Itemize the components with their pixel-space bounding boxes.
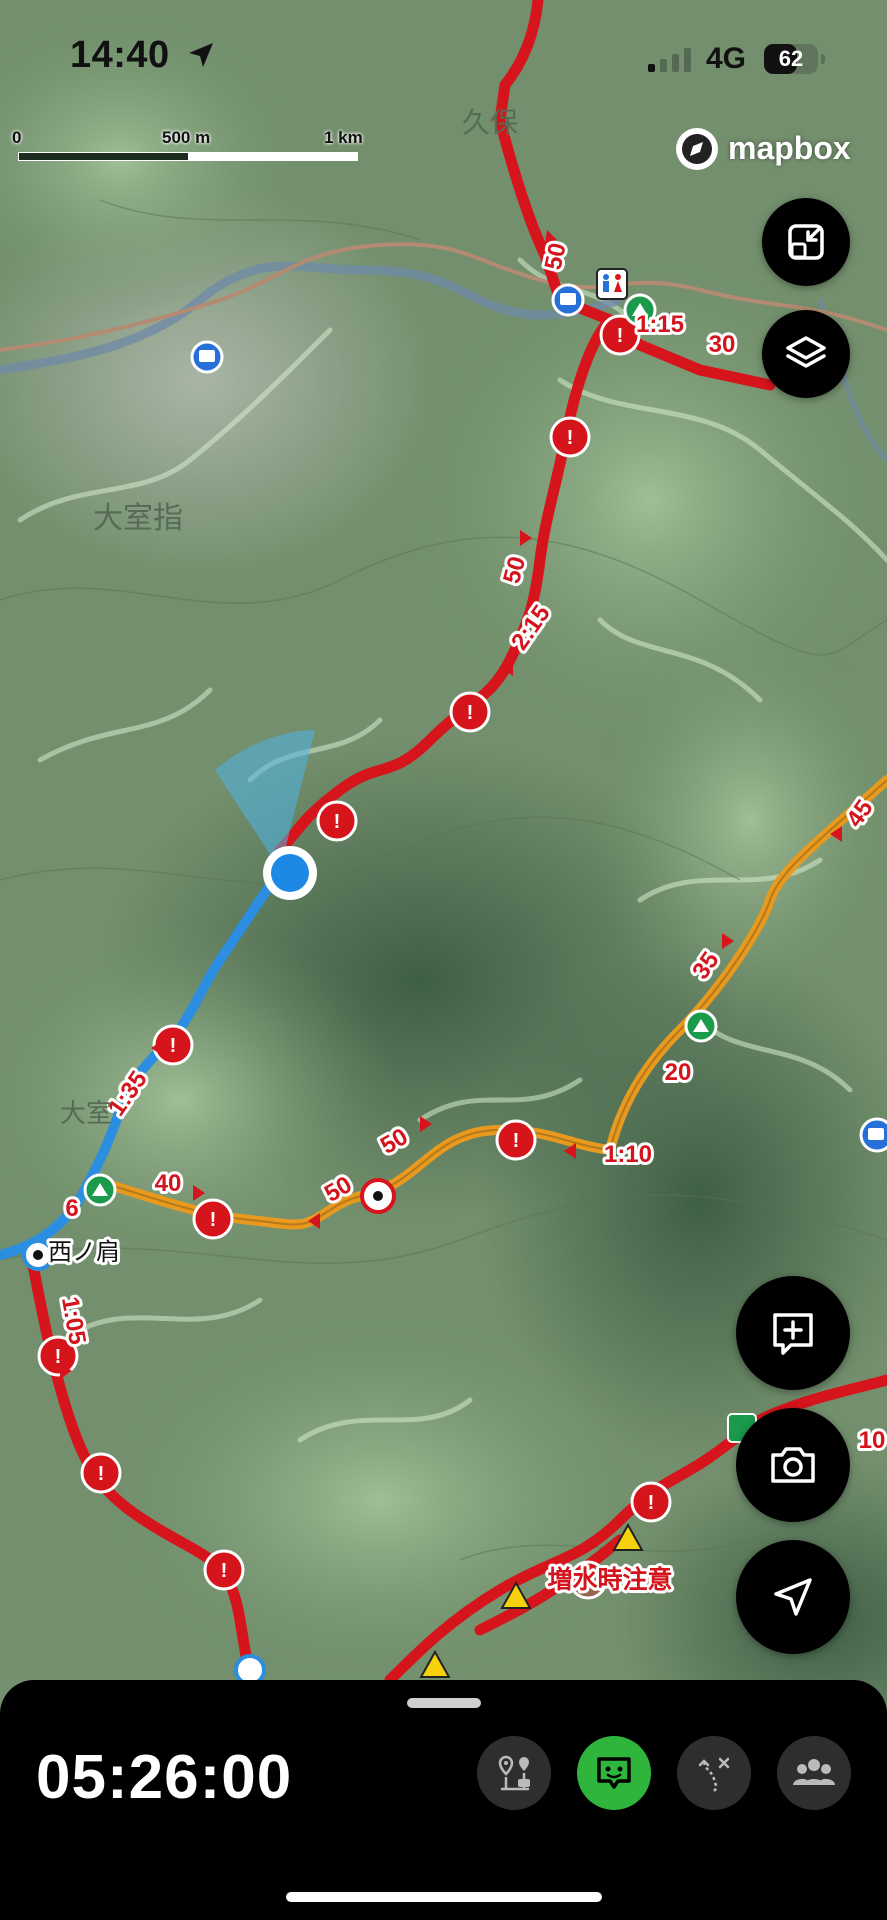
svg-text:!: ! xyxy=(567,427,574,449)
route-icon xyxy=(698,1757,730,1792)
locate-me-button[interactable] xyxy=(736,1540,850,1654)
scale-label-0: 0 xyxy=(12,128,22,147)
add-note-button[interactable] xyxy=(736,1276,850,1390)
layers-button[interactable] xyxy=(762,310,850,398)
svg-text:50: 50 xyxy=(540,241,572,273)
svg-text:1:10: 1:10 xyxy=(604,1141,652,1168)
battery-level: 62 xyxy=(778,46,804,71)
toilet-icon xyxy=(596,268,628,300)
camera-icon xyxy=(771,1447,815,1483)
svg-text:!: ! xyxy=(334,811,341,833)
signal-icon xyxy=(648,48,691,72)
fit-bounds-button[interactable] xyxy=(762,198,850,286)
collapse-icon xyxy=(788,224,824,260)
location-arrow-icon xyxy=(189,43,213,67)
status-bar: 14:40 4G 62 xyxy=(0,0,887,120)
battery-icon: 62 xyxy=(764,44,818,74)
home-indicator xyxy=(286,1892,602,1902)
layers-icon xyxy=(786,336,826,368)
svg-text:1:15: 1:15 xyxy=(636,311,684,338)
svg-text:30: 30 xyxy=(709,331,736,358)
scale-bar: 0 500 m 1 km xyxy=(12,128,372,168)
caution-label: 増水時注意 xyxy=(547,1565,672,1594)
svg-text:!: ! xyxy=(170,1035,177,1057)
network-type: 4G xyxy=(706,42,747,75)
scale-label-1km: 1 km xyxy=(324,128,363,147)
elapsed-time: 05:26:00 xyxy=(36,1743,293,1812)
svg-text:20: 20 xyxy=(665,1059,692,1086)
add-note-icon xyxy=(773,1313,813,1355)
svg-text:!: ! xyxy=(617,325,624,347)
status-time: 14:40 xyxy=(70,34,170,76)
chat-button[interactable] xyxy=(577,1736,651,1810)
panel-drag-handle[interactable] xyxy=(407,1698,481,1708)
bottom-panel: 05:26:00 xyxy=(0,1680,887,1920)
battery-cap xyxy=(821,54,825,64)
waypoints-button[interactable] xyxy=(477,1736,551,1810)
svg-text:!: ! xyxy=(513,1130,520,1152)
user-location-dot xyxy=(263,846,317,900)
mapbox-wordmark: mapbox xyxy=(728,130,851,166)
svg-text:!: ! xyxy=(221,1560,228,1582)
svg-text:40: 40 xyxy=(155,1170,182,1197)
group-icon xyxy=(793,1759,835,1785)
scale-label-500m: 500 m xyxy=(162,128,211,147)
chat-icon xyxy=(597,1757,631,1789)
svg-text:10: 10 xyxy=(859,1427,886,1454)
peak-label-nishinokata: 西ノ肩 xyxy=(48,1239,120,1266)
group-button[interactable] xyxy=(777,1736,851,1810)
route-button[interactable] xyxy=(677,1736,751,1810)
waypoints-icon xyxy=(498,1755,530,1791)
svg-text:6: 6 xyxy=(65,1195,78,1222)
place-label-omuro: 大室 xyxy=(60,1099,112,1129)
place-label-omurosashi: 大室指 xyxy=(93,501,183,536)
svg-text:!: ! xyxy=(98,1463,105,1485)
camera-button[interactable] xyxy=(736,1408,850,1522)
svg-text:!: ! xyxy=(467,702,474,724)
svg-text:!: ! xyxy=(210,1209,217,1231)
mapbox-mark-icon xyxy=(676,128,718,170)
navigation-icon xyxy=(774,1578,812,1616)
scale-track xyxy=(18,152,358,161)
svg-text:!: ! xyxy=(648,1492,655,1514)
